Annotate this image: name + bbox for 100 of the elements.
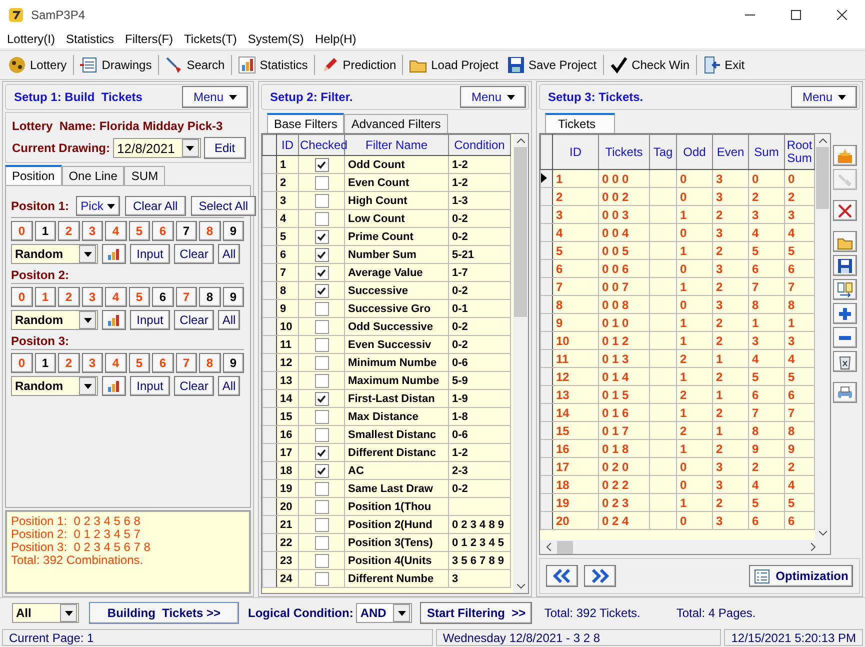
toolbar-button[interactable]: Statistics xyxy=(234,53,312,77)
scroll-down-icon[interactable] xyxy=(516,584,524,589)
optimization-button[interactable]: Optimization xyxy=(749,565,853,587)
mode-dropdown[interactable]: Random xyxy=(11,310,98,330)
digit-button[interactable]: 7 xyxy=(176,221,197,241)
row-header[interactable] xyxy=(540,206,552,224)
row-header[interactable] xyxy=(540,422,552,440)
tab[interactable]: Base Filters xyxy=(267,113,344,133)
input-button[interactable]: Input xyxy=(130,244,170,264)
checkbox[interactable] xyxy=(314,230,328,244)
tab[interactable]: One Line xyxy=(62,166,124,185)
scroll-up-icon[interactable] xyxy=(818,138,826,143)
column-header[interactable]: Tag xyxy=(650,134,676,170)
row-header[interactable] xyxy=(540,458,552,476)
pick-dropdown[interactable]: Pick xyxy=(76,196,120,216)
start-filtering-button[interactable]: Start Filtering >> xyxy=(420,602,532,624)
scroll-thumb[interactable] xyxy=(816,147,829,209)
digit-button[interactable]: 1 xyxy=(34,221,56,241)
tab[interactable]: Tickets xyxy=(545,113,615,133)
row-header[interactable] xyxy=(540,494,552,512)
chart-button[interactable] xyxy=(102,244,126,264)
filter-dropdown[interactable]: All xyxy=(12,603,79,623)
previous-button[interactable] xyxy=(546,565,578,587)
tool-button[interactable] xyxy=(833,351,857,372)
digit-button[interactable]: 9 xyxy=(222,353,244,373)
scroll-right-icon[interactable] xyxy=(811,543,816,551)
action-button[interactable]: Select All xyxy=(190,196,256,216)
tool-button[interactable] xyxy=(833,327,857,348)
menu-item[interactable]: Help(H) xyxy=(310,32,362,46)
column-header[interactable]: ID xyxy=(552,134,598,170)
menu-item[interactable]: Tickets(T) xyxy=(179,32,242,46)
row-header[interactable] xyxy=(540,332,552,350)
toolbar-button[interactable]: Prediction xyxy=(316,53,400,77)
checkbox[interactable] xyxy=(314,284,328,298)
tab[interactable]: SUM xyxy=(124,166,166,185)
toolbar-button[interactable]: Save Project xyxy=(502,53,601,77)
column-header[interactable]: ID xyxy=(276,134,298,156)
row-header[interactable] xyxy=(540,476,552,494)
tab[interactable]: Advanced Filters xyxy=(344,114,448,133)
checkbox[interactable] xyxy=(314,338,328,352)
scrollbar[interactable] xyxy=(513,134,528,593)
column-header[interactable]: Tickets xyxy=(598,134,650,170)
close-icon[interactable] xyxy=(837,10,847,20)
tab[interactable]: Position xyxy=(5,165,62,185)
checkbox[interactable] xyxy=(314,464,328,478)
digit-button[interactable]: 1 xyxy=(34,353,56,373)
toolbar-button[interactable]: Load Project xyxy=(405,53,503,77)
row-header[interactable] xyxy=(540,404,552,422)
tool-button[interactable] xyxy=(833,279,857,300)
scroll-down-icon[interactable] xyxy=(818,531,826,536)
digit-button[interactable]: 9 xyxy=(222,221,244,241)
row-header[interactable] xyxy=(540,368,552,386)
checkbox[interactable] xyxy=(314,482,328,496)
tool-button[interactable] xyxy=(833,382,857,403)
menu-item[interactable]: Filters(F) xyxy=(120,32,178,46)
digit-button[interactable]: 9 xyxy=(222,287,244,307)
row-header[interactable] xyxy=(540,386,552,404)
tool-button[interactable] xyxy=(833,200,857,221)
checkbox[interactable] xyxy=(314,212,328,226)
checkbox[interactable] xyxy=(314,266,328,280)
toolbar-button[interactable]: Lottery xyxy=(4,53,71,77)
checkbox[interactable] xyxy=(314,302,328,316)
row-header[interactable] xyxy=(540,278,552,296)
tool-button[interactable] xyxy=(833,145,857,166)
scroll-thumb[interactable] xyxy=(514,147,527,317)
checkbox[interactable] xyxy=(314,572,328,586)
logic-dropdown[interactable]: AND xyxy=(356,603,412,623)
checkbox[interactable] xyxy=(314,500,328,514)
menu-item[interactable]: System(S) xyxy=(242,32,309,46)
row-header[interactable] xyxy=(540,242,552,260)
row-header[interactable] xyxy=(540,314,552,332)
mode-dropdown[interactable]: Random xyxy=(11,244,98,264)
checkbox[interactable] xyxy=(314,176,328,190)
build-tickets-button[interactable]: Building Tickets >> xyxy=(89,602,239,624)
clear-button[interactable]: Clear xyxy=(174,376,214,396)
chart-button[interactable] xyxy=(102,376,126,396)
toolbar-button[interactable]: Check Win xyxy=(606,53,694,77)
next-button[interactable] xyxy=(584,565,616,587)
menu-button[interactable]: Menu xyxy=(182,86,248,108)
tool-button[interactable] xyxy=(833,231,857,252)
toolbar-button[interactable]: Exit xyxy=(698,53,749,77)
checkbox[interactable] xyxy=(314,194,328,208)
menu-item[interactable]: Statistics xyxy=(61,32,120,46)
menu-button[interactable]: Menu xyxy=(791,86,857,108)
scroll-thumb[interactable] xyxy=(557,540,573,554)
checkbox[interactable] xyxy=(314,410,328,424)
row-header[interactable] xyxy=(540,260,552,278)
column-header[interactable]: Odd xyxy=(676,134,712,170)
checkbox[interactable] xyxy=(314,356,328,370)
tool-button[interactable] xyxy=(833,303,857,324)
row-header[interactable] xyxy=(540,350,552,368)
row-header[interactable] xyxy=(540,512,552,530)
row-header[interactable] xyxy=(540,440,552,458)
row-header[interactable] xyxy=(540,170,552,188)
toolbar-button[interactable]: Search xyxy=(160,53,229,77)
scroll-up-icon[interactable] xyxy=(516,138,524,143)
mode-dropdown[interactable]: Random xyxy=(11,376,98,396)
all-button[interactable]: All xyxy=(218,244,240,264)
clear-button[interactable]: Clear xyxy=(174,310,214,330)
menu-button[interactable]: Menu xyxy=(460,86,526,108)
